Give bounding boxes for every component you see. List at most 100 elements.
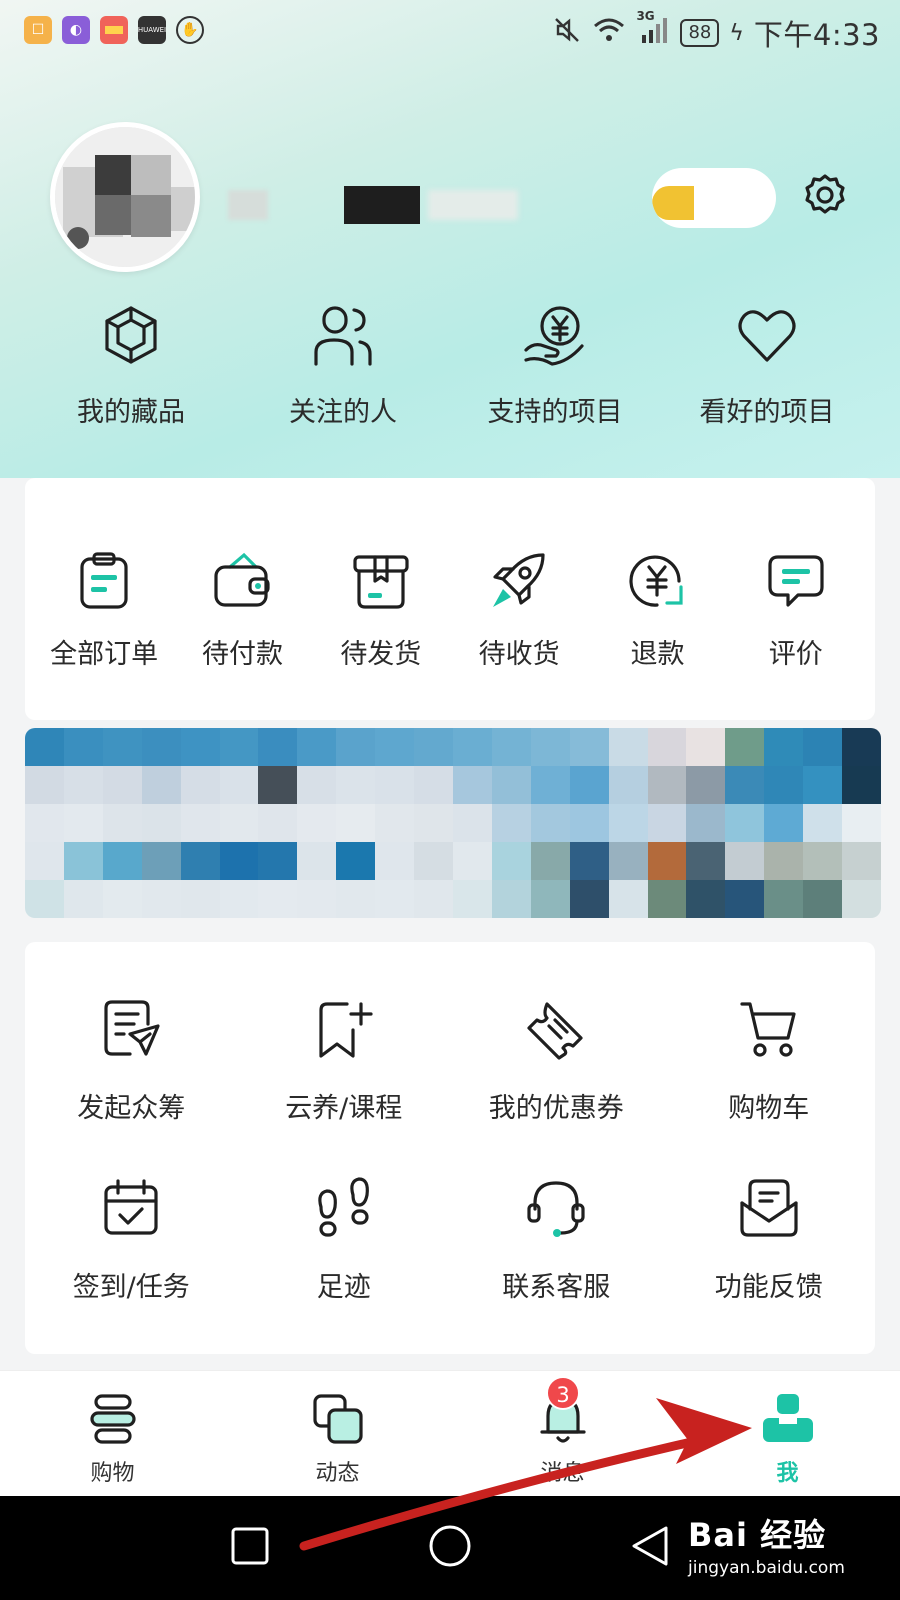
comment-icon	[768, 555, 824, 607]
banner-pixel	[336, 804, 376, 842]
tool-cart[interactable]: 购物车	[663, 994, 876, 1125]
banner-pixel	[686, 804, 726, 842]
app-icon-2: ◐	[62, 16, 90, 44]
banner-pixel	[569, 880, 609, 918]
circle-icon	[429, 1525, 471, 1567]
back-button[interactable]	[628, 1524, 672, 1572]
banner-pixel	[725, 880, 765, 918]
notification-icons: ☐ ◐ HUAWEI ✋	[24, 16, 204, 44]
banner-pixel	[375, 766, 415, 804]
tool-cloud-course[interactable]: 云养/课程	[238, 994, 451, 1125]
tool-checkin-tasks[interactable]: 签到/任务	[25, 1173, 238, 1304]
dynamics-icon	[312, 1394, 363, 1444]
banner-pixel	[803, 766, 843, 804]
banner-pixel	[803, 804, 843, 842]
banner-pixel	[842, 766, 881, 804]
tool-customer-service[interactable]: 联系客服	[450, 1173, 663, 1304]
shopping-icon	[89, 1394, 136, 1444]
banner-pixel	[764, 842, 804, 880]
banner-pixel	[180, 842, 220, 880]
tool-label: 功能反馈	[714, 1272, 823, 1303]
wifi-icon	[592, 15, 626, 52]
yen-hand-icon	[524, 306, 584, 366]
banner-pixel	[491, 880, 531, 918]
banner-pixel	[63, 766, 103, 804]
banner-pixel	[258, 728, 298, 766]
box-icon	[353, 555, 409, 609]
quick-links: 我的藏品 关注的人 支持的项目 看好的项目	[0, 300, 900, 450]
baidu-watermark: Bai 经验 jingyan.baidu.com	[688, 1510, 845, 1578]
wallet-icon	[214, 552, 271, 607]
order-refund[interactable]: 退款	[592, 546, 722, 671]
order-pending-receipt[interactable]: 待收货	[454, 546, 584, 671]
banner-pixel	[453, 728, 492, 766]
tab-shopping[interactable]: 购物	[0, 1371, 225, 1496]
orders-row: 全部订单 待付款 待发货 待收货 退款 评价	[25, 546, 875, 671]
footprints-icon	[318, 1177, 369, 1237]
banner-pixel	[803, 842, 843, 880]
quick-link-following[interactable]: 关注的人	[237, 300, 449, 450]
quick-link-favorites[interactable]: 看好的项目	[661, 300, 873, 450]
banner-pixel	[686, 728, 726, 766]
tool-start-crowdfunding[interactable]: 发起众筹	[25, 994, 238, 1125]
quick-link-label: 关注的人	[289, 397, 397, 428]
app-icon-5: ✋	[176, 16, 204, 44]
cart-icon	[740, 1002, 796, 1057]
banner-pixel	[725, 728, 765, 766]
quick-link-supported[interactable]: 支持的项目	[449, 300, 661, 450]
banner-pixel	[180, 804, 220, 842]
gear-icon	[805, 174, 845, 214]
cube-icon	[105, 306, 157, 364]
banner-pixel	[453, 766, 492, 804]
yen-refund-icon	[629, 555, 684, 607]
status-time: 下午4:33	[753, 18, 880, 52]
banner-pixel	[297, 804, 337, 842]
home-button[interactable]	[428, 1524, 472, 1572]
tool-label: 购物车	[728, 1093, 810, 1124]
banner-pixel	[102, 766, 142, 804]
clipboard-icon	[80, 552, 128, 609]
tool-footprints[interactable]: 足迹	[238, 1173, 451, 1304]
order-pending-shipment[interactable]: 待发货	[316, 546, 446, 671]
banner-pixel	[297, 728, 337, 766]
banner-pixel	[219, 728, 259, 766]
banner-pixel	[686, 842, 726, 880]
banner-pixel	[725, 842, 765, 880]
tab-me[interactable]: 我	[675, 1371, 900, 1496]
banner-pixel	[764, 880, 804, 918]
banner-pixel	[297, 842, 337, 880]
banner-pixel	[647, 728, 687, 766]
banner-pixel	[375, 880, 415, 918]
membership-badge[interactable]	[652, 168, 776, 228]
order-review[interactable]: 评价	[731, 546, 861, 671]
banner-pixel	[453, 880, 492, 918]
recent-apps-button[interactable]	[230, 1526, 270, 1570]
avatar[interactable]	[50, 122, 200, 272]
banner-pixel	[530, 766, 570, 804]
banner-pixel	[375, 728, 415, 766]
banner-pixel	[764, 766, 804, 804]
banner-pixel	[647, 842, 687, 880]
promo-banner[interactable]	[25, 728, 881, 918]
settings-button[interactable]	[800, 170, 850, 220]
banner-pixel	[63, 842, 103, 880]
quick-link-collection[interactable]: 我的藏品	[25, 300, 237, 450]
order-pending-payment[interactable]: 待付款	[177, 546, 307, 671]
order-all[interactable]: 全部订单	[39, 546, 169, 671]
tab-dynamics[interactable]: 动态	[225, 1371, 450, 1496]
banner-pixel	[297, 880, 337, 918]
mail-feedback-icon	[740, 1179, 798, 1237]
tool-coupons[interactable]: 我的优惠券	[450, 994, 663, 1125]
tool-label: 签到/任务	[72, 1272, 190, 1303]
banner-pixel	[647, 880, 687, 918]
quick-link-label: 看好的项目	[699, 397, 835, 428]
order-label: 退款	[630, 639, 685, 670]
app-icon-3	[100, 16, 128, 44]
banner-pixel	[25, 880, 64, 918]
ticket-icon	[527, 1002, 583, 1060]
bottom-tab-bar: 购物 动态 消息 我	[0, 1370, 900, 1496]
banner-pixel	[25, 842, 64, 880]
tool-feedback[interactable]: 功能反馈	[663, 1173, 876, 1304]
tools-grid: 发起众筹 云养/课程 我的优惠券 购物车 签到/任务 足迹 联系客服 功能反馈	[25, 994, 875, 1304]
banner-pixel	[336, 842, 376, 880]
